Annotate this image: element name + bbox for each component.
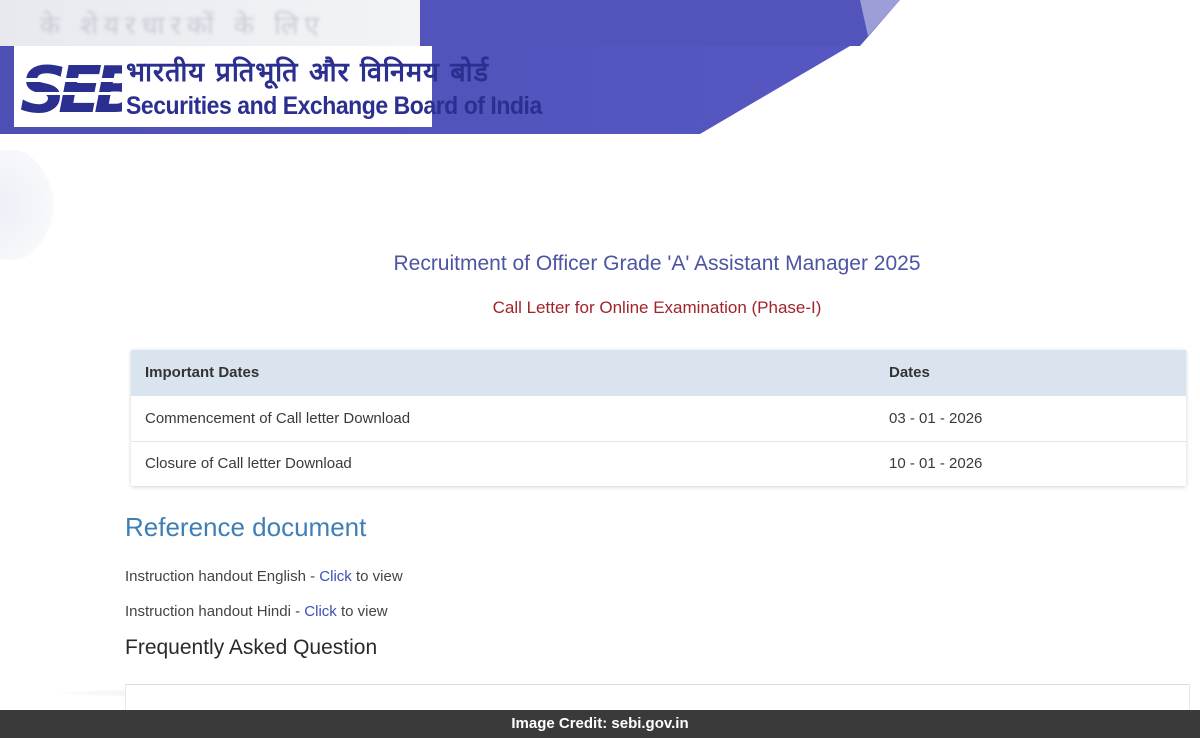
important-dates-table: Important Dates Dates Commencement of Ca… (131, 350, 1186, 486)
handout-english-label: Instruction handout English - (125, 568, 320, 585)
page-subtitle: Call Letter for Online Examination (Phas… (492, 298, 822, 317)
background-decoration (0, 150, 60, 260)
handout-hindi-link[interactable]: Click (304, 603, 337, 620)
table-header-row: Important Dates Dates (131, 350, 1186, 396)
event-cell: Commencement of Call letter Download (145, 410, 411, 427)
instruction-handout-hindi: Instruction handout Hindi - Click to vie… (125, 603, 388, 620)
sebi-logo[interactable]: SEBI भारतीय प्रतिभूति और विनिमय बोर्ड Se… (14, 46, 542, 127)
handout-hindi-label: Instruction handout Hindi - (125, 603, 305, 620)
table-row: Commencement of Call letter Download 03 … (131, 396, 1186, 442)
handout-hindi-suffix: to view (336, 603, 388, 620)
faq-heading: Frequently Asked Question (125, 636, 378, 659)
column-header-event: Important Dates (145, 364, 260, 381)
logo-hindi-name: भारतीय प्रतिभूति और विनिमय बोर्ड (126, 57, 490, 88)
instruction-handout-english: Instruction handout English - Click to v… (125, 568, 403, 585)
svg-text:SEBI: SEBI (20, 54, 122, 122)
event-cell: Closure of Call letter Download (145, 455, 352, 472)
handout-english-link[interactable]: Click (319, 568, 352, 585)
date-cell: 03 - 01 - 2026 (889, 410, 983, 427)
table-row: Closure of Call letter Download 10 - 01 … (131, 441, 1186, 486)
column-header-date: Dates (889, 364, 930, 381)
page-title: Recruitment of Officer Grade 'A' Assista… (393, 252, 921, 275)
logo-english-name: Securities and Exchange Board of India (126, 92, 542, 120)
reference-document-heading: Reference document (125, 512, 367, 542)
sebi-logo-mark-icon: SEBI (18, 54, 122, 122)
date-cell: 10 - 01 - 2026 (889, 455, 983, 472)
image-credit-bar: Image Credit: sebi.gov.in (0, 710, 1200, 738)
handout-english-suffix: to view (351, 568, 403, 585)
